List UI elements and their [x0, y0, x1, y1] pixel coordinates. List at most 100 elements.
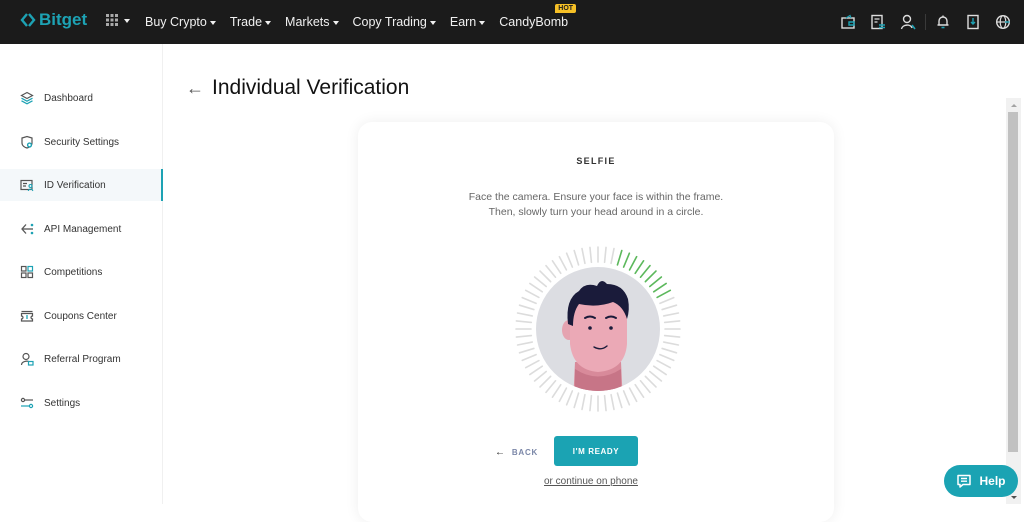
progress-tick	[610, 247, 615, 265]
progress-tick	[628, 387, 638, 403]
progress-tick	[644, 375, 657, 388]
progress-tick	[516, 341, 534, 346]
scroll-thumb[interactable]	[1008, 112, 1018, 452]
nav-label: CandyBomb	[499, 15, 569, 29]
progress-tick	[521, 296, 537, 305]
nav-candybomb[interactable]: CandyBomb HOT	[499, 4, 577, 29]
progress-tick	[648, 370, 663, 382]
progress-tick	[565, 390, 574, 406]
scroll-down-icon	[1010, 495, 1017, 499]
progress-tick	[662, 312, 680, 317]
apps-grid-icon	[106, 14, 118, 26]
progress-tick	[573, 392, 580, 409]
progress-tick	[652, 365, 667, 376]
progress-tick	[539, 270, 552, 283]
description-line-1: Face the camera. Ensure your face is wit…	[468, 191, 724, 203]
progress-tick	[518, 347, 535, 354]
sidebar-item-competitions[interactable]: Competitions	[0, 256, 163, 288]
download-button[interactable]	[958, 0, 988, 44]
page-title: Individual Verification	[212, 76, 410, 99]
chevron-down-icon	[332, 20, 339, 25]
sidebar-item-id-verification[interactable]: ID Verification	[0, 169, 163, 201]
header-actions	[833, 0, 1018, 44]
nav-earn[interactable]: Earn	[449, 15, 486, 29]
progress-tick-done	[628, 255, 638, 271]
nav-label: Buy Crypto	[145, 15, 207, 29]
help-button[interactable]: Help	[944, 465, 1018, 497]
sidebar-item-coupons-center[interactable]: Coupons Center	[0, 300, 163, 332]
selfie-illustration	[515, 246, 681, 412]
progress-tick	[603, 246, 607, 264]
progress-tick	[639, 379, 651, 394]
progress-tick	[524, 289, 540, 299]
sidebar-item-referral-program[interactable]: Referral Program	[0, 343, 163, 375]
progress-tick	[551, 383, 562, 398]
progress-tick	[589, 394, 593, 412]
progress-tick	[581, 393, 586, 411]
progress-tick	[616, 392, 623, 409]
progress-tick	[545, 264, 557, 279]
nav-trade[interactable]: Trade	[230, 15, 272, 29]
shield-icon	[20, 135, 34, 149]
sidebar-item-label: Coupons Center	[44, 310, 117, 322]
sidebar: Dashboard Security Settings ID Verificat…	[0, 44, 163, 504]
apps-menu[interactable]	[106, 14, 130, 26]
sidebar-item-settings[interactable]: Settings	[0, 387, 163, 419]
orders-button[interactable]	[863, 0, 893, 44]
sidebar-item-label: ID Verification	[44, 179, 106, 191]
progress-tick	[524, 359, 540, 369]
progress-tick	[573, 249, 580, 266]
sidebar-item-security-settings[interactable]: Security Settings	[0, 126, 163, 158]
progress-tick	[533, 276, 548, 288]
progress-tick	[533, 370, 548, 382]
progress-tick	[581, 247, 586, 265]
arrow-left-icon: ←	[495, 447, 506, 458]
chat-bubble-icon	[957, 474, 972, 488]
dashboard-layers-icon	[20, 91, 34, 105]
nav-markets[interactable]: Markets	[285, 15, 339, 29]
chevron-down-icon	[209, 20, 216, 25]
progress-tick	[545, 379, 557, 394]
chevron-down-icon	[124, 18, 130, 23]
sidebar-item-api-management[interactable]: API Management	[0, 213, 163, 245]
nav-buy-crypto[interactable]: Buy Crypto	[145, 15, 216, 29]
referral-user-icon	[20, 352, 34, 366]
progress-tick	[516, 312, 534, 317]
sidebar-item-dashboard[interactable]: Dashboard	[0, 82, 163, 114]
nav-label: Markets	[285, 15, 330, 29]
sidebar-item-label: Referral Program	[44, 353, 121, 365]
continue-on-phone-link[interactable]: or continue on phone	[544, 476, 638, 487]
card-title: SELFIE	[576, 156, 616, 166]
scroll-up-icon	[1010, 103, 1017, 107]
wallet-button[interactable]	[833, 0, 863, 44]
bitget-logo[interactable]: Bitget	[20, 10, 87, 30]
notifications-button[interactable]	[928, 0, 958, 44]
progress-tick	[515, 334, 533, 338]
nav-label: Earn	[449, 15, 477, 29]
chevron-down-icon	[265, 20, 272, 25]
page-header: ← Individual Verification	[186, 76, 409, 100]
top-navbar: Bitget Buy Crypto Trade Markets Copy Tra…	[0, 0, 1024, 44]
progress-tick-done	[652, 282, 667, 293]
main-nav: Buy Crypto Trade Markets Copy Trading Ea…	[145, 0, 582, 44]
nav-copy-trading[interactable]: Copy Trading	[353, 15, 436, 29]
language-button[interactable]	[988, 0, 1018, 44]
progress-tick-done	[634, 260, 645, 275]
progress-tick	[663, 320, 681, 324]
arrow-left-icon[interactable]: ←	[186, 78, 204, 99]
page-scrollbar[interactable]	[1006, 98, 1021, 504]
progress-tick	[539, 375, 552, 388]
im-ready-button[interactable]: I'M READY	[554, 436, 638, 466]
profile-button[interactable]	[893, 0, 923, 44]
sliders-icon	[20, 396, 34, 410]
back-button[interactable]: ← BACK	[495, 447, 538, 458]
chevron-down-icon	[479, 20, 486, 25]
scroll-up-button[interactable]	[1006, 98, 1021, 112]
progress-tick	[551, 260, 562, 275]
wallet-icon	[841, 14, 855, 29]
progress-tick	[515, 320, 533, 324]
progress-tick	[656, 359, 672, 369]
progress-tick	[634, 383, 645, 398]
coupon-icon	[20, 309, 34, 323]
sidebar-item-label: API Management	[44, 223, 122, 235]
